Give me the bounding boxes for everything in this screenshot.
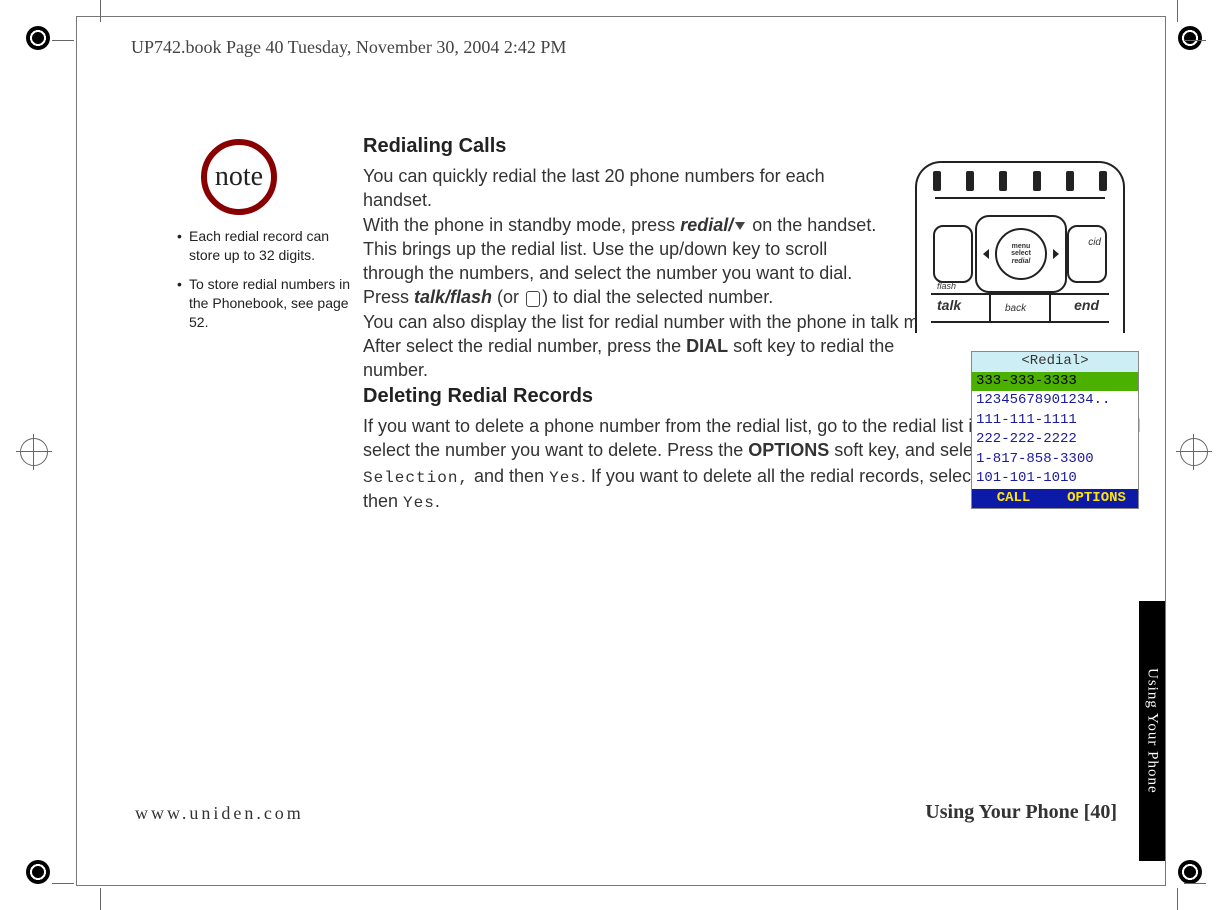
handset-illustration: menu select redial cid flash talk back e…: [915, 161, 1125, 333]
label-back: back: [1005, 303, 1026, 314]
key-label-dial: DIAL: [686, 336, 728, 356]
nav-right-icon: [1053, 249, 1059, 259]
crop-mark-icon: [1184, 883, 1206, 884]
document-page: UP742.book Page 40 Tuesday, November 30,…: [76, 16, 1166, 886]
lcd-row: 111-111-1111: [972, 411, 1138, 431]
key-label-options: OPTIONS: [748, 440, 829, 460]
label-talk: talk: [937, 297, 961, 313]
text: (or: [492, 287, 524, 307]
lcd-row: 1-817-858-3300: [972, 450, 1138, 470]
label-end: end: [1074, 297, 1099, 313]
lcd-row: 12345678901234..: [972, 391, 1138, 411]
label-cid: cid: [1088, 237, 1101, 248]
paragraph: With the phone in standby mode, press re…: [363, 213, 893, 286]
lcd-row: 222-222-2222: [972, 430, 1138, 450]
text: Press: [363, 287, 414, 307]
text: and then: [469, 466, 549, 486]
crop-mark-icon: [1177, 888, 1178, 910]
crop-mark-icon: [1184, 40, 1206, 41]
registration-mark-icon: [1178, 860, 1202, 884]
cid-button-outline: [1067, 225, 1107, 283]
menu-option-yes: Yes: [403, 494, 435, 512]
registration-mark-icon: [26, 26, 50, 50]
lcd-softkey-row: CALL OPTIONS: [972, 489, 1138, 509]
note-icon: note: [201, 139, 277, 215]
nav-pad: menu select redial: [975, 215, 1067, 293]
paragraph: You can quickly redial the last 20 phone…: [363, 164, 893, 213]
nav-label-menu: menu: [1012, 243, 1031, 250]
lcd-title: <Redial>: [972, 352, 1138, 372]
note-label: note: [215, 161, 263, 193]
text: . If you want to delete all the redial r…: [581, 466, 981, 486]
footer-page-title: Using Your Phone [40]: [925, 801, 1117, 824]
registration-mark-icon: [1178, 26, 1202, 50]
crop-mark-icon: [1177, 0, 1178, 22]
heading-redialing-calls: Redialing Calls: [363, 133, 1153, 160]
crop-mark-icon: [52, 40, 74, 41]
lcd-row: 101-101-1010: [972, 469, 1138, 489]
nav-label-select: select: [1011, 250, 1031, 257]
registration-target-icon: [1180, 438, 1208, 466]
note-list: Each redial record can store up to 32 di…: [177, 227, 357, 341]
nav-label-redial: redial: [1012, 258, 1031, 265]
softkey-call: CALL: [972, 489, 1055, 509]
menu-option-yes: Yes: [549, 469, 581, 487]
text: With the phone in standby mode, press: [363, 215, 680, 235]
crop-mark-icon: [52, 883, 74, 884]
key-label-redial: redial/: [680, 215, 733, 235]
speaker-key-icon: [526, 291, 540, 307]
nav-center-button: menu select redial: [995, 228, 1047, 280]
note-item: Each redial record can store up to 32 di…: [177, 227, 357, 265]
side-tab-label: Using Your Phone: [1139, 601, 1165, 861]
note-item: To store redial numbers in the Phonebook…: [177, 275, 357, 332]
softkey-options: OPTIONS: [1055, 489, 1138, 509]
lcd-screen: <Redial> 333-333-3333 12345678901234.. 1…: [971, 351, 1139, 509]
phonebook-button-outline: [933, 225, 973, 283]
registration-mark-icon: [26, 860, 50, 884]
down-arrow-icon: [735, 222, 745, 230]
nav-left-icon: [983, 249, 989, 259]
key-label-talk-flash: talk/flash: [414, 287, 492, 307]
registration-target-icon: [20, 438, 48, 466]
paragraph: You can also display the list for redial…: [363, 310, 963, 383]
handset-top-bars: [917, 171, 1123, 193]
page-header-text: UP742.book Page 40 Tuesday, November 30,…: [131, 37, 566, 58]
text: soft key, and select: [829, 440, 992, 460]
label-flash: flash: [937, 281, 956, 291]
handset-screen-divider: [935, 197, 1105, 201]
lcd-selected-row: 333-333-3333: [972, 372, 1138, 392]
text: ) to dial the selected number.: [542, 287, 773, 307]
paragraph: Press talk/flash (or ) to dial the selec…: [363, 285, 963, 309]
footer-url: www.uniden.com: [135, 803, 304, 824]
crop-mark-icon: [100, 888, 101, 910]
text: .: [435, 491, 440, 511]
